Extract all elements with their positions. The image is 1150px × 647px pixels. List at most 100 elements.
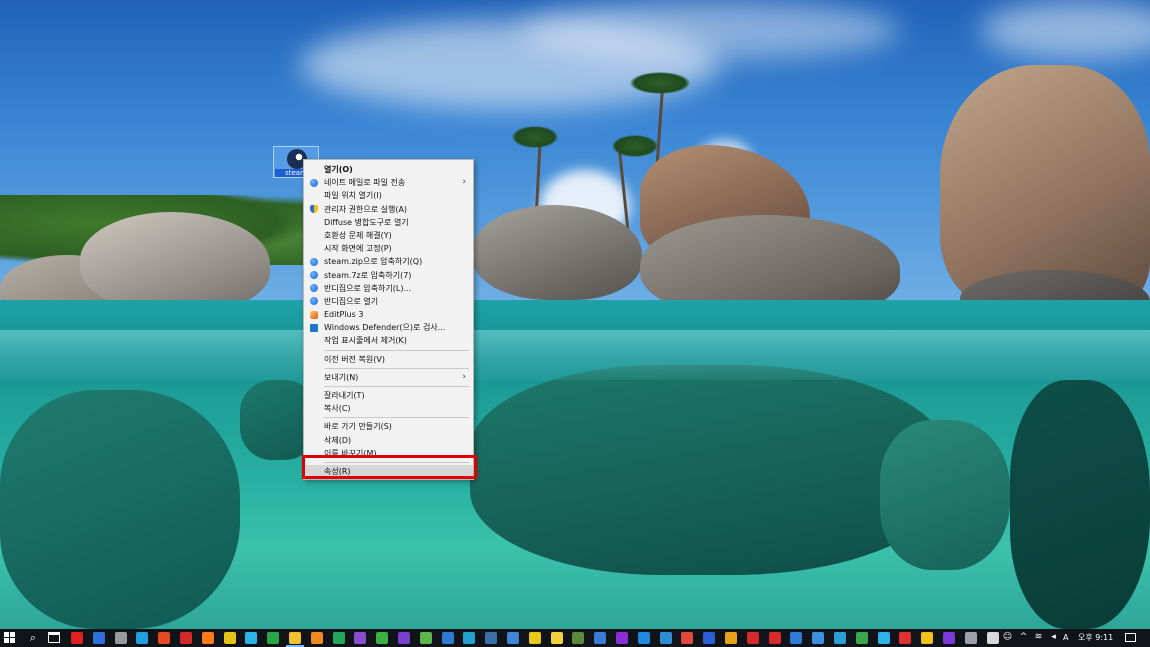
menu-item-label: 이전 버전 복원(V) [324, 354, 385, 364]
taskbar-app-app-24-icon[interactable] [572, 632, 585, 644]
bandizip-icon [310, 284, 318, 293]
uac-shield-icon [310, 205, 318, 214]
menu-item-copy[interactable]: 복사(C) [304, 402, 473, 415]
volume-icon[interactable]: ◂ [1048, 632, 1059, 643]
taskbar-app-steam-icon[interactable] [485, 632, 498, 644]
taskbar-app-app-29-icon[interactable] [681, 632, 694, 644]
taskbar-app-app-42-icon[interactable] [964, 632, 977, 644]
bandizip-icon [310, 297, 318, 306]
taskbar-app-filezilla-icon[interactable] [768, 632, 781, 644]
menu-item-defender-scan[interactable]: Windows Defender(으)로 검사... [304, 321, 473, 334]
people-icon[interactable]: ☺ [1002, 632, 1013, 643]
taskbar-app-app-26-icon[interactable] [616, 632, 628, 644]
menu-item-label: Diffuse 병합도구로 열기 [324, 217, 409, 227]
menu-item-troubleshoot-compat[interactable]: 호환성 문제 해결(Y) [304, 229, 473, 242]
taskbar-app-firefox-icon[interactable] [201, 632, 214, 644]
taskbar-app-app-32-icon[interactable] [746, 632, 759, 644]
desktop-wallpaper [0, 0, 1150, 629]
taskbar-app-app-25-icon[interactable] [594, 632, 607, 644]
taskbar-app-app-3-icon[interactable] [114, 632, 127, 644]
taskbar-app-app-13-icon[interactable] [332, 632, 345, 644]
menu-item-label: 반디집으로 압축하기(L)... [324, 283, 412, 293]
menu-item-cut[interactable]: 잘라내기(T) [304, 389, 473, 402]
palm-fronds [630, 72, 690, 94]
palm-fronds [612, 135, 658, 157]
taskbar: ⌕ ☺ ^ ≋ ◂ A 오후 9:11 [0, 629, 1150, 647]
taskbar-app-visual-studio-icon[interactable] [398, 632, 410, 644]
task-view-icon[interactable] [48, 632, 60, 643]
taskbar-app-app-19-icon[interactable] [463, 632, 476, 644]
taskbar-app-app-1-icon[interactable] [71, 632, 83, 644]
menu-item-unpin-taskbar[interactable]: 작업 표시줄에서 제거(K) [304, 334, 473, 347]
wifi-icon[interactable]: ≋ [1033, 632, 1044, 643]
menu-separator [324, 349, 469, 351]
menu-item-label: 복사(C) [324, 404, 351, 414]
taskbar-app-app-18-icon[interactable] [441, 632, 454, 644]
submenu-arrow-icon: › [462, 177, 466, 188]
taskbar-app-app-9-icon[interactable] [245, 632, 258, 644]
menu-item-label: 보내기(N) [324, 372, 359, 382]
menu-item-bandizip-compress[interactable]: 반디집으로 압축하기(L)... [304, 282, 473, 295]
taskbar-app-photoshop-icon[interactable] [637, 632, 650, 644]
menu-item-label: 바로 가기 만들기(S) [324, 422, 392, 432]
editplus-icon [310, 310, 318, 319]
taskbar-app-app-2-icon[interactable] [92, 632, 105, 644]
search-icon[interactable]: ⌕ [26, 631, 40, 645]
windows-logo-icon[interactable] [4, 632, 15, 643]
taskbar-app-word-icon[interactable] [703, 632, 716, 644]
taskbar-app-app-17-icon[interactable] [419, 632, 432, 644]
windows-defender-icon [310, 323, 318, 332]
tray-chevron-up-icon[interactable]: ^ [1018, 632, 1029, 643]
taskbar-app-app-14-icon[interactable] [354, 632, 367, 644]
context-menu: 열기(O) 네이트 메일로 파일 전송 › 파일 위치 열기(I) 관리자 권한으… [303, 159, 474, 480]
taskbar-app-app-12-icon[interactable] [310, 632, 323, 644]
menu-item-restore-previous[interactable]: 이전 버전 복원(V) [304, 353, 473, 366]
ime-indicator[interactable]: A [1063, 629, 1068, 647]
menu-item-label: 잘라내기(T) [324, 391, 365, 400]
taskbar-app-app-36-icon[interactable] [834, 632, 846, 644]
taskbar-app-app-21-icon[interactable] [507, 632, 519, 644]
clock[interactable]: 오후 9:11 [1078, 629, 1113, 647]
menu-item-compress-zip[interactable]: steam.zip으로 압축하기(Q) [304, 255, 473, 268]
taskbar-app-app-5-icon[interactable] [158, 632, 171, 644]
menu-item-nate-mail-send[interactable]: 네이트 메일로 파일 전송 › [304, 176, 473, 189]
taskbar-app-app-31-icon[interactable] [725, 632, 737, 644]
menu-item-compress-7z[interactable]: steam.7z로 압축하기(7) [304, 269, 473, 282]
taskbar-app-app-38-icon[interactable] [877, 632, 890, 644]
taskbar-app-app-23-icon[interactable] [550, 632, 563, 644]
menu-item-diffuse[interactable]: Diffuse 병합도구로 열기 [304, 216, 473, 229]
taskbar-app-app-40-icon[interactable] [921, 632, 934, 644]
menu-item-bandizip-open[interactable]: 반디집으로 열기 [304, 295, 473, 308]
taskbar-app-app-39-icon[interactable] [899, 632, 912, 644]
taskbar-app-edge-icon[interactable] [136, 632, 149, 644]
taskbar-app-app-10-icon[interactable] [267, 632, 280, 644]
menu-item-editplus[interactable]: EditPlus 3 [304, 308, 473, 321]
taskbar-app-app-43-icon[interactable] [986, 632, 999, 644]
underwater-rock [880, 420, 1010, 570]
taskbar-app-app-15-icon[interactable] [376, 632, 389, 644]
menu-item-run-as-admin[interactable]: 관리자 권한으로 실행(A) [304, 203, 473, 216]
menu-item-label: 작업 표시줄에서 제거(K) [324, 336, 407, 346]
menu-item-send-to[interactable]: 보내기(N) › [304, 371, 473, 384]
palm-fronds [512, 126, 558, 148]
taskbar-app-app-28-icon[interactable] [659, 632, 672, 644]
menu-item-create-shortcut[interactable]: 바로 가기 만들기(S) [304, 420, 473, 433]
taskbar-app-app-37-icon[interactable] [855, 632, 868, 644]
menu-item-open[interactable]: 열기(O) [304, 163, 473, 176]
menu-item-pin-to-start[interactable]: 시작 화면에 고정(P) [304, 242, 473, 255]
menu-separator [324, 417, 469, 419]
menu-item-delete[interactable]: 삭제(D) [304, 434, 473, 447]
menu-item-label: 호환성 문제 해결(Y) [324, 230, 392, 240]
underwater-rock [1010, 380, 1150, 629]
taskbar-app-app-22-icon[interactable] [528, 632, 541, 644]
menu-item-label: 반디집으로 열기 [324, 296, 379, 306]
taskbar-app-app-34-icon[interactable] [790, 632, 803, 644]
taskbar-app-chrome-icon[interactable] [223, 632, 236, 644]
menu-item-open-file-location[interactable]: 파일 위치 열기(I) [304, 189, 473, 202]
notification-center-icon[interactable] [1125, 633, 1136, 642]
taskbar-app-file-explorer-icon[interactable] [289, 632, 301, 644]
taskbar-app-app-6-icon[interactable] [180, 632, 192, 644]
taskbar-app-app-35-icon[interactable] [812, 632, 825, 644]
nate-mail-icon [310, 178, 318, 187]
taskbar-app-app-41-icon[interactable] [943, 632, 955, 644]
